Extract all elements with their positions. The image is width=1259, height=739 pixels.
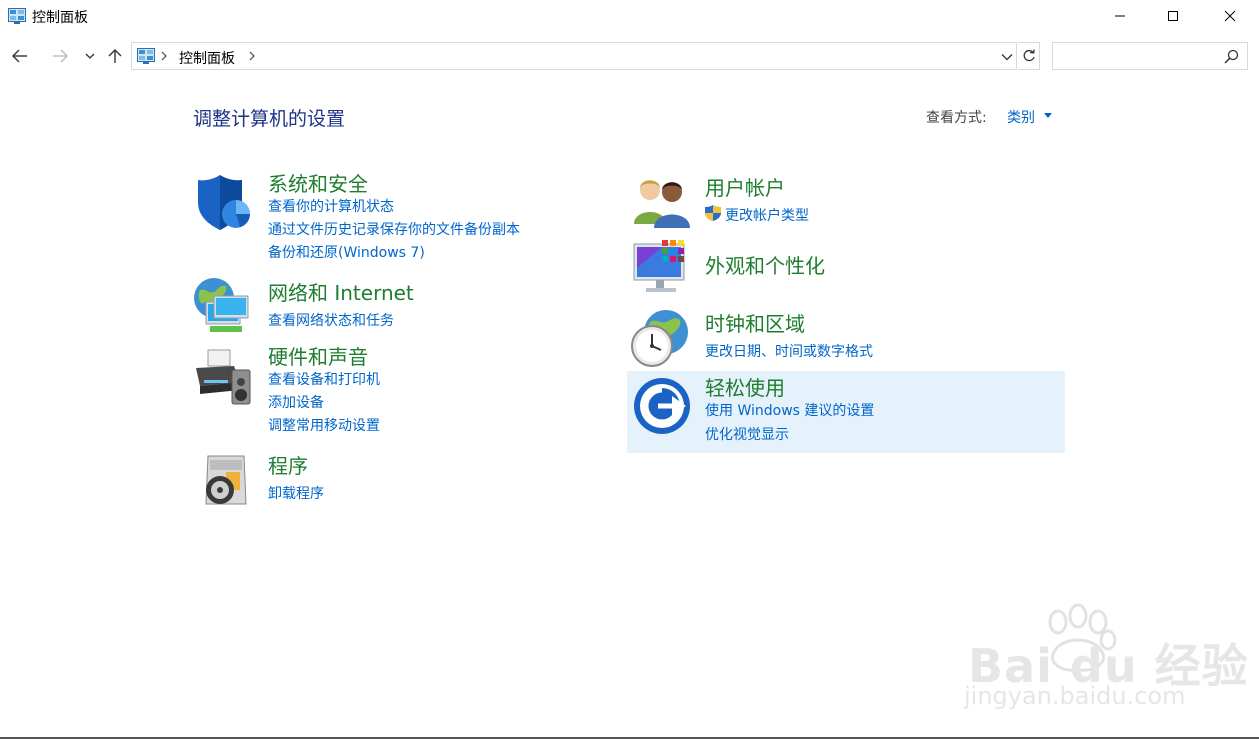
address-dropdown-button[interactable] (998, 48, 1016, 66)
arrow-up-icon (108, 49, 122, 63)
recent-locations-button[interactable] (78, 44, 102, 68)
arrow-left-icon (12, 49, 27, 63)
link-change-date-time-format[interactable]: 更改日期、时间或数字格式 (705, 341, 873, 361)
window-title: 控制面板 (32, 10, 88, 26)
navigation-bar: 控制面板 (0, 38, 1259, 74)
network-globe-icon[interactable] (192, 276, 252, 336)
title-bar: 控制面板 (0, 0, 1259, 32)
page-title: 调整计算机的设置 (193, 108, 346, 130)
breadcrumb-control-panel[interactable]: 控制面板 (179, 48, 235, 68)
address-bar[interactable]: 控制面板 (131, 42, 1017, 70)
link-mobility-settings[interactable]: 调整常用移动设置 (268, 415, 380, 435)
minimize-button[interactable] (1097, 0, 1143, 32)
forward-button[interactable] (48, 44, 72, 68)
search-input[interactable] (1052, 42, 1248, 70)
user-accounts-icon[interactable] (632, 172, 692, 232)
link-change-account-type[interactable]: 更改帐户类型 (725, 205, 809, 225)
control-panel-icon (8, 8, 26, 24)
close-button[interactable] (1207, 0, 1253, 32)
chevron-down-icon (1001, 54, 1013, 61)
category-hardware-sound[interactable]: 硬件和声音 (268, 341, 368, 370)
category-system-security[interactable]: 系统和安全 (268, 168, 368, 197)
link-uninstall-program[interactable]: 卸载程序 (268, 483, 324, 503)
category-user-accounts[interactable]: 用户帐户 (705, 172, 785, 201)
link-devices-printers[interactable]: 查看设备和打印机 (268, 369, 380, 389)
link-view-computer-status[interactable]: 查看你的计算机状态 (268, 196, 394, 216)
chevron-right-icon[interactable] (248, 47, 256, 65)
link-windows-suggested-settings[interactable]: 使用 Windows 建议的设置 (705, 400, 874, 420)
printer-speaker-icon[interactable] (194, 348, 254, 408)
view-by-dropdown[interactable]: 类别 (1007, 107, 1035, 127)
chevron-down-icon (85, 53, 95, 59)
caret-down-icon[interactable] (1044, 113, 1052, 119)
chevron-right-icon[interactable] (160, 47, 168, 65)
programs-disc-icon[interactable] (196, 450, 256, 510)
search-icon[interactable] (1224, 49, 1239, 64)
refresh-icon (1023, 49, 1035, 62)
maximize-icon (1168, 11, 1178, 21)
maximize-button[interactable] (1150, 0, 1196, 32)
arrow-right-icon (53, 49, 68, 63)
link-optimize-visual-display[interactable]: 优化视觉显示 (705, 424, 789, 444)
category-clock-region[interactable]: 时钟和区域 (705, 308, 805, 337)
minimize-icon (1115, 15, 1125, 17)
close-icon (1224, 10, 1236, 22)
link-backup-restore[interactable]: 备份和还原(Windows 7) (268, 242, 425, 262)
uac-shield-icon (705, 205, 721, 221)
refresh-button[interactable] (1018, 42, 1040, 70)
back-button[interactable] (8, 44, 32, 68)
up-button[interactable] (103, 44, 127, 68)
watermark-url: jingyan.baidu.com (964, 682, 1186, 710)
control-panel-icon (137, 48, 155, 64)
view-by-label: 查看方式: (926, 110, 987, 126)
category-programs[interactable]: 程序 (268, 450, 308, 479)
appearance-monitor-icon[interactable] (632, 238, 692, 298)
category-ease-of-access[interactable]: 轻松使用 (705, 372, 785, 401)
shield-icon[interactable] (194, 172, 254, 232)
link-add-device[interactable]: 添加设备 (268, 392, 324, 412)
clock-globe-icon[interactable] (630, 308, 690, 368)
category-network-internet[interactable]: 网络和 Internet (268, 277, 414, 306)
link-network-status[interactable]: 查看网络状态和任务 (268, 310, 394, 330)
ease-of-access-icon[interactable] (632, 376, 692, 436)
category-appearance-personalization[interactable]: 外观和个性化 (705, 250, 825, 279)
link-file-history-backup[interactable]: 通过文件历史记录保存你的文件备份副本 (268, 219, 520, 239)
